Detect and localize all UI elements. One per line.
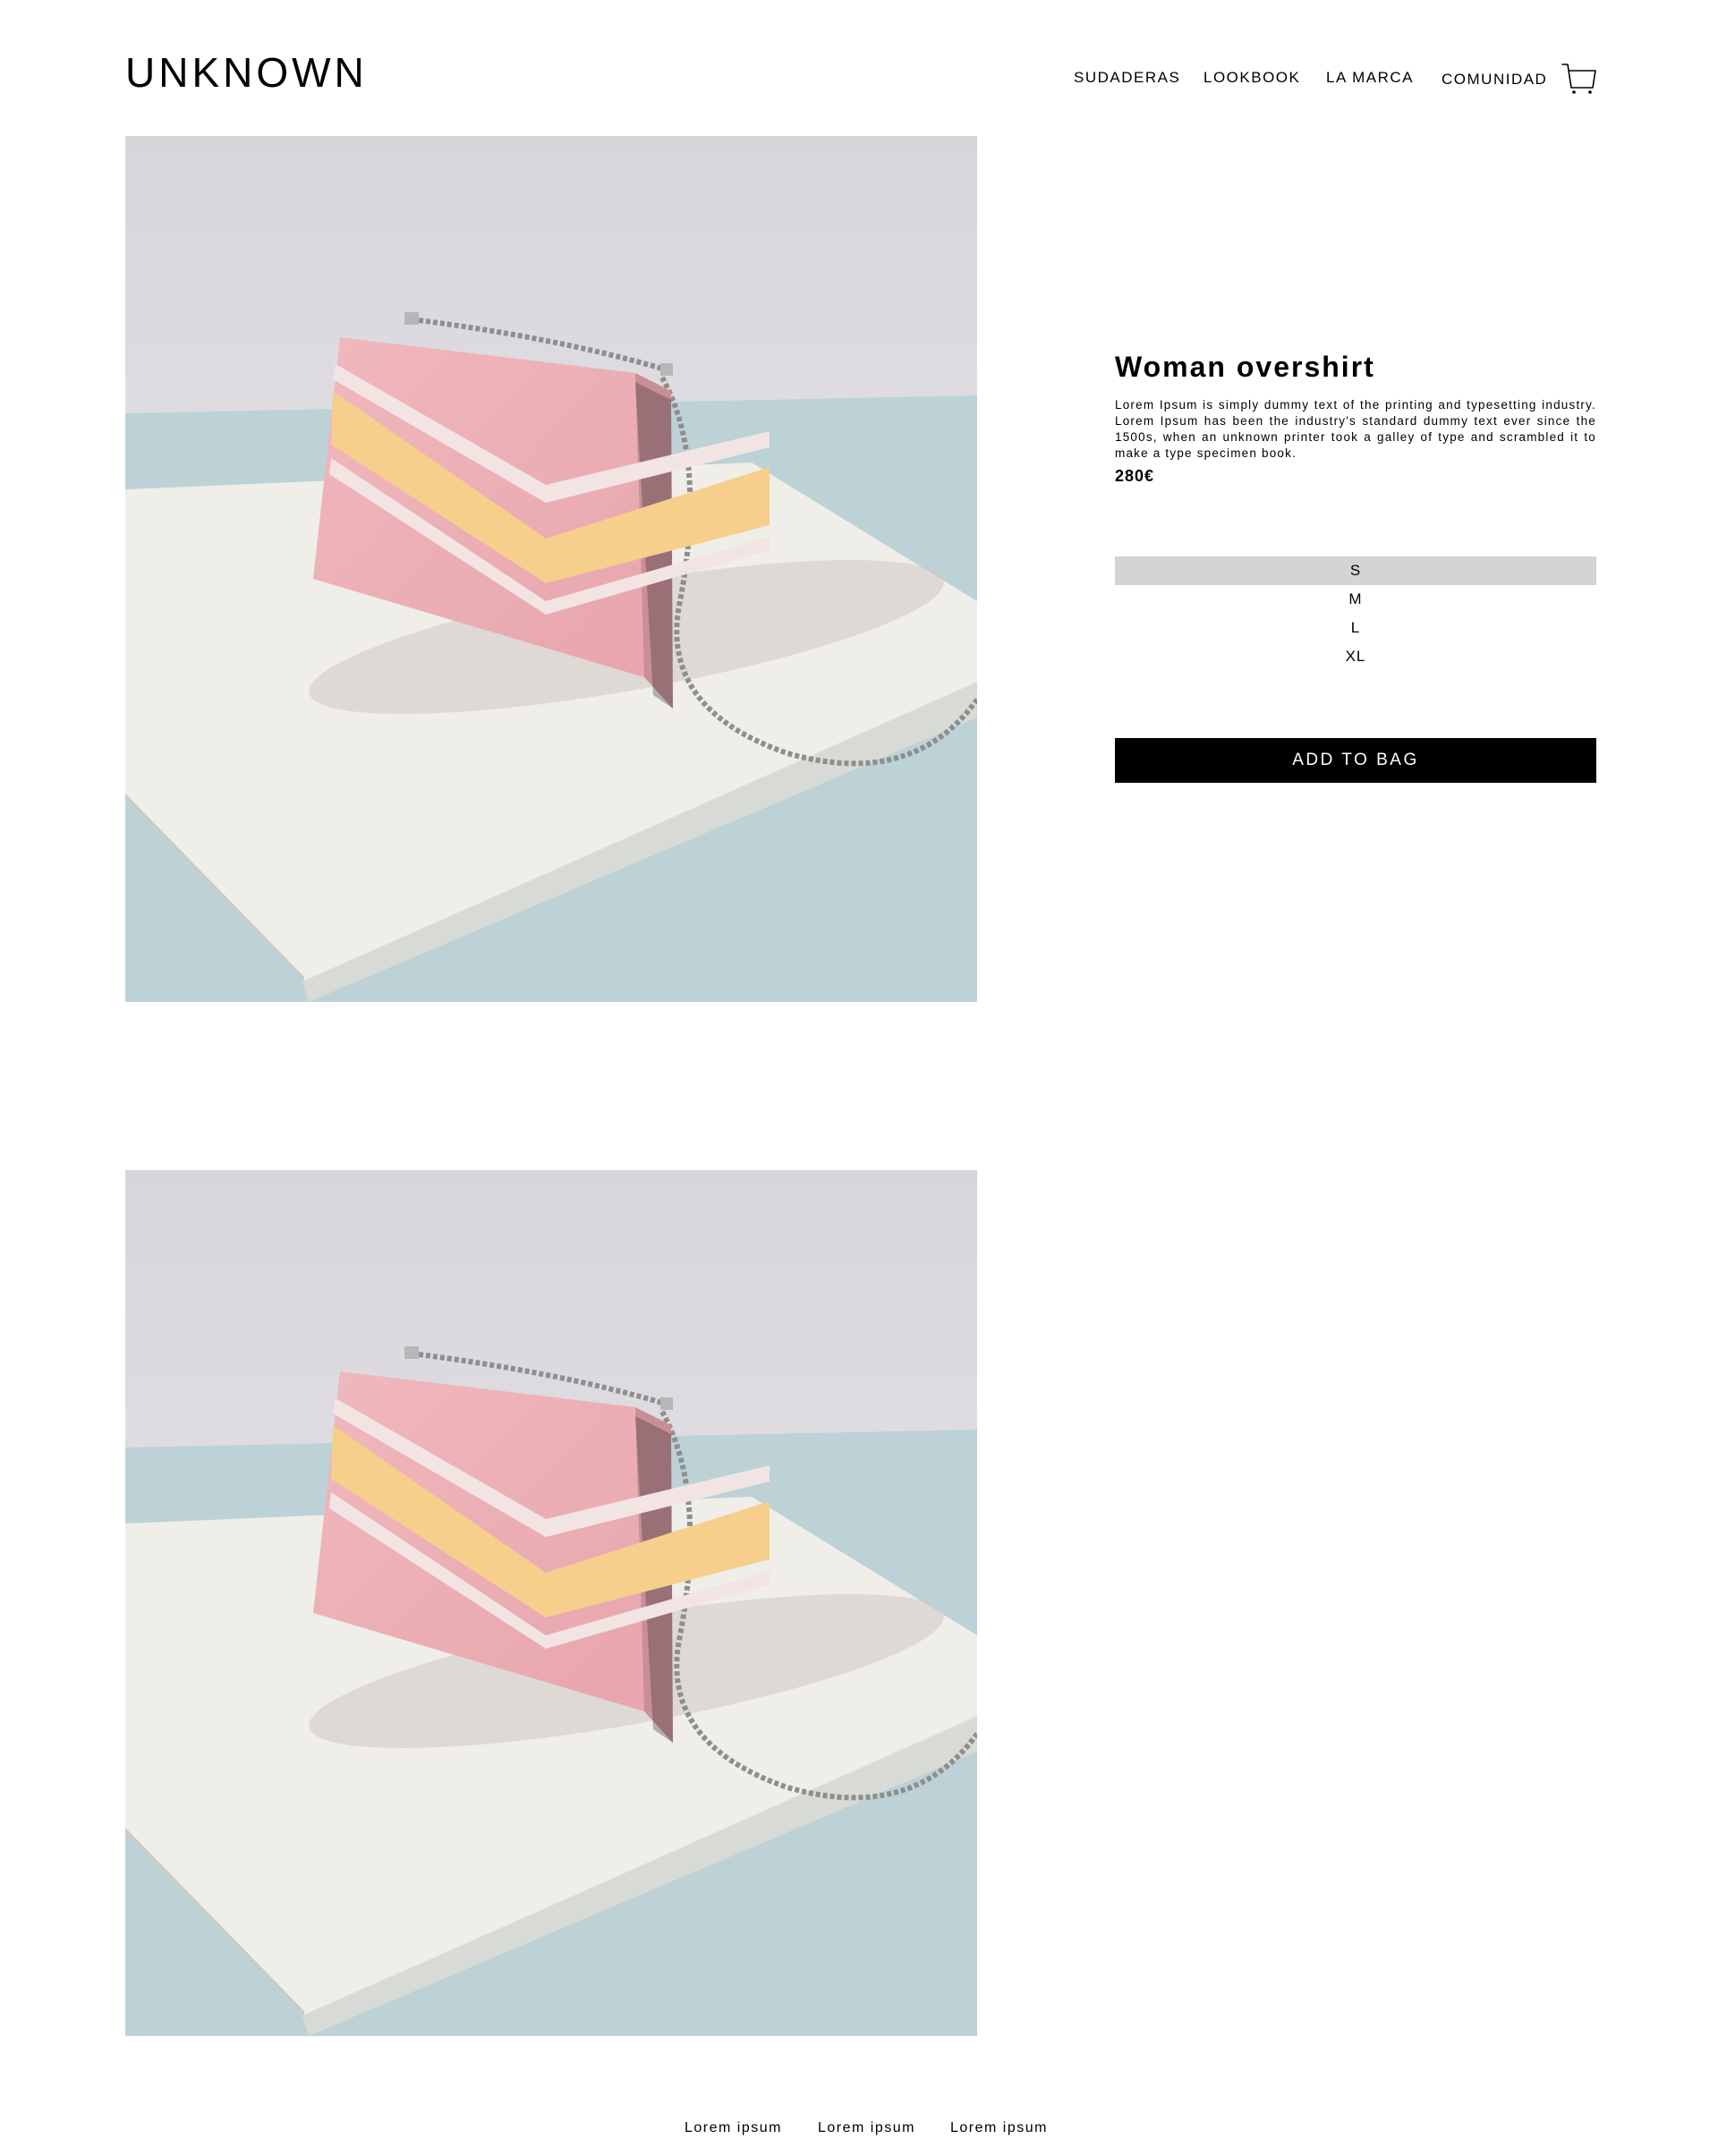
nav-link-la-marca[interactable]: LA MARCA (1326, 68, 1414, 88)
product-info: Woman overshirt Lorem Ipsum is simply du… (1115, 349, 1596, 486)
nav-link-lookbook[interactable]: LOOKBOOK (1203, 68, 1300, 88)
product-photo-main[interactable] (125, 136, 977, 1002)
size-option-xl[interactable]: XL (1115, 642, 1596, 671)
footer-link-3[interactable]: Lorem ipsum (950, 2118, 1048, 2138)
size-option-s[interactable]: S (1115, 556, 1596, 585)
nav-link-sudaderas[interactable]: SUDADERAS (1074, 68, 1180, 88)
size-option-l[interactable]: L (1115, 614, 1596, 642)
product-title: Woman overshirt (1115, 351, 1375, 383)
footer-link-2[interactable]: Lorem ipsum (818, 2118, 915, 2138)
shopping-cart-icon[interactable] (1561, 61, 1597, 97)
product-photo-secondary[interactable] (125, 1170, 977, 2036)
size-selector: S M L XL (1115, 556, 1596, 671)
add-to-bag-button[interactable]: ADD TO BAG (1115, 738, 1596, 783)
size-option-m[interactable]: M (1115, 585, 1596, 614)
product-description: Lorem Ipsum is simply dummy text of the … (1115, 398, 1596, 460)
footer-link-1[interactable]: Lorem ipsum (685, 2118, 782, 2138)
nav-link-comunidad[interactable]: COMUNIDAD (1442, 70, 1547, 89)
product-price: 280€ (1115, 467, 1155, 485)
brand-logo[interactable]: UNKNOWN (125, 52, 368, 93)
